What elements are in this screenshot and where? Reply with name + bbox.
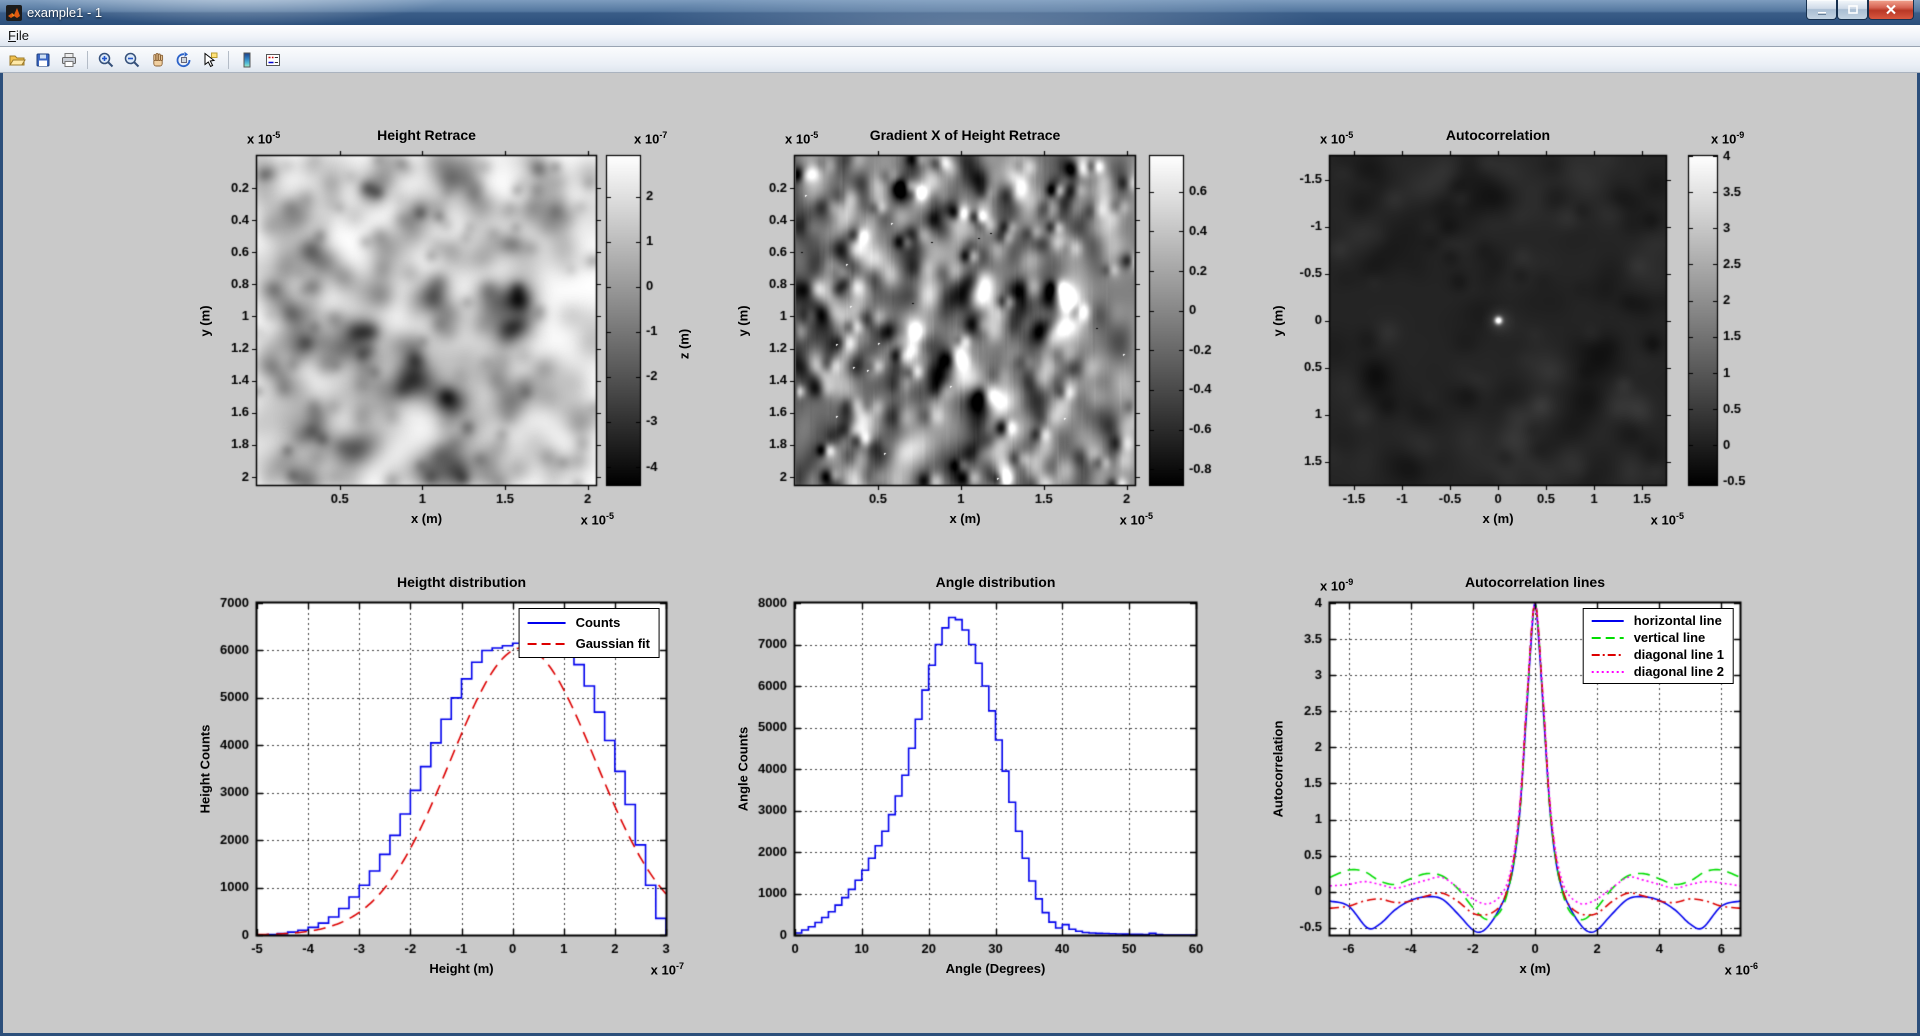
window-title: example1 - 1 [27, 5, 102, 20]
legend-line-sample [1591, 616, 1625, 626]
legend-line-sample [1591, 667, 1625, 677]
legend-entry: horizontal line [1591, 612, 1724, 629]
colorbar-exponent: x 10-7 [634, 130, 667, 146]
window-border-left [0, 73, 3, 1036]
legend-label: vertical line [1634, 630, 1706, 645]
menu-file-accel: F [8, 28, 16, 43]
legend-label: Gaussian fit [576, 636, 650, 651]
menu-file[interactable]: File [0, 28, 37, 43]
maximize-button[interactable] [1837, 0, 1868, 20]
save-floppy-icon [34, 51, 52, 69]
plot-title: Height Retrace [257, 127, 596, 143]
legend-entry: Counts [527, 612, 650, 633]
open-folder-icon [8, 51, 26, 69]
maximize-icon [1847, 4, 1859, 15]
colorbar-icon [238, 51, 256, 69]
close-icon [1885, 4, 1897, 15]
y-axis-exponent: x 10-5 [1320, 130, 1353, 146]
printer-icon [60, 51, 78, 69]
y-axis-label: y (m) [1271, 305, 1286, 336]
colorbar-exponent: x 10-9 [1711, 130, 1744, 146]
y-axis-label: Height Counts [198, 725, 213, 814]
open-button[interactable] [5, 49, 29, 71]
rotate-3d-icon [175, 51, 193, 69]
plot-title: Autocorrelation lines [1330, 574, 1740, 590]
print-button[interactable] [57, 49, 81, 71]
menubar: File [0, 25, 1920, 47]
toolbar-separator [228, 51, 229, 69]
matlab-figure-window: example1 - 1 File [0, 0, 1920, 1036]
menu-file-rest: ile [16, 28, 29, 43]
legend: horizontal line vertical line diagonal lin… [1583, 608, 1734, 684]
y-axis-label: y (m) [736, 305, 751, 336]
data-cursor-button[interactable] [198, 49, 222, 71]
legend-line-sample [527, 639, 567, 649]
zoom-out-icon [123, 51, 141, 69]
save-button[interactable] [31, 49, 55, 71]
close-button[interactable] [1868, 0, 1914, 20]
insert-colorbar-button[interactable] [235, 49, 259, 71]
insert-legend-button[interactable] [261, 49, 285, 71]
plot-title: Autocorrelation [1330, 127, 1666, 143]
plot-title: Gradient X of Height Retrace [795, 127, 1135, 143]
plot-title: Angle distribution [795, 574, 1196, 590]
zoom-out-button[interactable] [120, 49, 144, 71]
titlebar[interactable]: example1 - 1 [0, 0, 1920, 25]
legend-entry: Gaussian fit [527, 633, 650, 654]
x-axis-exponent: x 10-6 [1630, 961, 1758, 977]
data-cursor-icon [201, 51, 219, 69]
gradient-x-canvas[interactable] [720, 121, 1253, 565]
legend-line-sample [1591, 633, 1625, 643]
zoom-in-icon [97, 51, 115, 69]
legend-label: diagonal line 1 [1634, 647, 1724, 662]
x-axis-label: Angle (Degrees) [795, 961, 1196, 976]
x-axis-exponent: x 10-5 [1556, 511, 1684, 527]
y-axis-exponent: x 10-5 [785, 130, 818, 146]
plot-title: Heigtht distribution [257, 574, 666, 590]
toolbar-separator [87, 51, 88, 69]
legend-entry: diagonal line 1 [1591, 646, 1724, 663]
legend-line-sample [527, 618, 567, 628]
matlab-icon [6, 5, 22, 21]
x-axis-exponent: x 10-5 [486, 511, 614, 527]
legend-entry: diagonal line 2 [1591, 663, 1724, 680]
y-axis-label: y (m) [198, 305, 213, 336]
zoom-in-button[interactable] [94, 49, 118, 71]
x-axis-exponent: x 10-5 [1025, 511, 1153, 527]
y-axis-exponent: x 10-9 [1320, 577, 1353, 593]
x-axis-exponent: x 10-7 [556, 961, 684, 977]
hand-pan-icon [149, 51, 167, 69]
minimize-icon [1816, 5, 1828, 15]
legend-label: horizontal line [1634, 613, 1722, 628]
y-axis-label: Autocorrelation [1271, 721, 1286, 818]
rotate-3d-button[interactable] [172, 49, 196, 71]
legend-icon [264, 51, 282, 69]
legend-line-sample [1591, 650, 1625, 660]
legend: Counts Gaussian fit [519, 608, 660, 658]
autocorrelation-canvas[interactable] [1255, 121, 1787, 565]
height-retrace-canvas[interactable] [182, 121, 710, 565]
legend-label: Counts [576, 615, 621, 630]
angle-distribution-canvas[interactable] [715, 568, 1221, 1015]
pan-button[interactable] [146, 49, 170, 71]
legend-entry: vertical line [1591, 629, 1724, 646]
y-axis-label: Angle Counts [736, 727, 751, 812]
minimize-button[interactable] [1806, 0, 1837, 20]
y-axis-exponent: x 10-5 [247, 130, 280, 146]
window-controls [1806, 0, 1914, 20]
legend-label: diagonal line 2 [1634, 664, 1724, 679]
colorbar-label: z (m) [677, 328, 692, 358]
figure-toolbar [0, 47, 1920, 73]
